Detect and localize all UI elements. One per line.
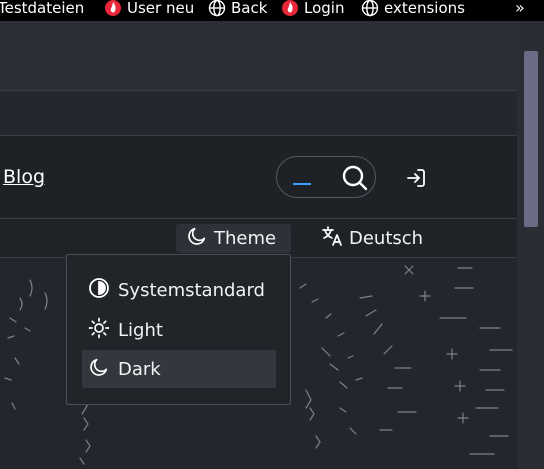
moon-icon [186,225,208,252]
chevron-double-right-icon: » [515,0,525,17]
nav-link-blog[interactable]: Blog [3,166,45,188]
sun-icon [88,317,110,344]
globe-icon [361,0,379,17]
bookmark-user-neu[interactable]: User neu [104,0,194,18]
theme-option-label: Light [118,319,163,341]
theme-option-label: Systemstandard [118,279,265,301]
fire-icon [281,0,299,17]
theme-option-dark[interactable]: Dark [82,350,276,388]
search-input[interactable] [276,156,376,198]
page-header-band [0,21,517,91]
theme-option-system[interactable]: Systemstandard [82,271,276,309]
bookmark-extensions[interactable]: extensions [361,0,465,18]
globe-icon [208,0,226,17]
settings-bar: Theme Deutsch [0,219,517,258]
bookmark-testdateien[interactable]: Testdateien [0,0,84,18]
page-scrollbar[interactable] [517,21,544,469]
theme-toggle-button[interactable]: Theme [176,224,291,253]
login-icon[interactable] [404,166,428,194]
bookmark-back[interactable]: Back [208,0,267,18]
bookmark-label: extensions [384,0,465,17]
scrollbar-thumb[interactable] [524,51,538,227]
bookmarks-overflow-button[interactable]: » [515,0,525,18]
bookmark-label: Login [304,0,345,17]
bookmark-label: User neu [127,0,195,17]
page-header-band-secondary [0,91,517,136]
bookmark-label: Back [231,0,268,17]
search-icon[interactable] [341,164,369,196]
text-cursor [293,183,311,185]
moon-icon [88,356,110,383]
bookmark-label: Testdateien [0,0,85,17]
navbar: Blog [0,136,517,219]
theme-option-label: Dark [118,358,161,380]
theme-dropdown-menu: Systemstandard Light Dark [66,254,291,405]
translate-icon [320,224,344,253]
theme-label: Theme [214,228,277,249]
bookmarks-bar: Testdateien User neu Back Login extensio… [0,0,544,21]
fire-icon [104,0,122,17]
bookmark-login[interactable]: Login [281,0,344,18]
half-circle-icon [88,277,110,304]
language-button[interactable]: Deutsch [320,224,423,253]
language-label: Deutsch [349,228,424,249]
theme-option-light[interactable]: Light [82,311,276,349]
